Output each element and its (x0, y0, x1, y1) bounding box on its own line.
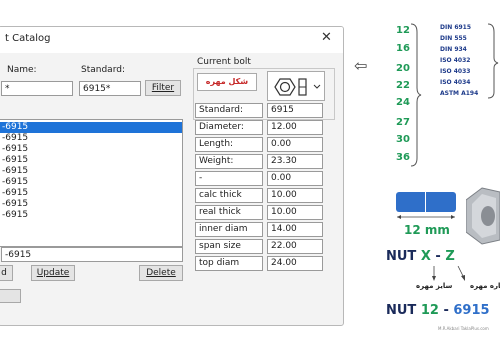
nut-formula: NUT X - Z (386, 249, 455, 264)
property-value[interactable]: 0.00 (267, 137, 323, 152)
filter-button[interactable]: Filter (145, 80, 181, 96)
bolt-list-item[interactable]: -6915 (2, 199, 28, 210)
nut-formula-prefix: NUT (386, 249, 421, 264)
property-label: Standard: (195, 103, 263, 118)
delete-button-label: Delete (146, 268, 176, 278)
size-note: سایز مهره (416, 282, 453, 290)
property-label: - (195, 171, 263, 186)
property-label: calc thick (195, 188, 263, 203)
standard-item: DIN 555 (440, 35, 467, 42)
property-value[interactable]: 10.00 (267, 205, 323, 220)
property-value[interactable]: 0.00 (267, 171, 323, 186)
property-label: real thick (195, 205, 263, 220)
current-bolt-label: Current bolt (197, 57, 251, 67)
nut-formula-x: X (420, 249, 431, 264)
bolt-list-item[interactable]: -6915 (2, 177, 28, 188)
standard-label: Standard: (81, 65, 125, 75)
arrow-left-icon: ⇦ (354, 56, 368, 75)
standard-item: ASTM A194 (440, 90, 479, 97)
property-value[interactable]: 23.30 (267, 154, 323, 169)
dialog-title: t Catalog (5, 33, 51, 44)
nut-example-size: 12 (420, 303, 439, 318)
nut-size-label: 12 mm (404, 223, 450, 237)
standard-item: DIN 934 (440, 46, 467, 53)
nut-formula-z: Z (445, 249, 455, 264)
sizes-brace-icon (410, 23, 422, 167)
standard-item: DIN 6915 (440, 24, 472, 31)
x-pointer-icon (432, 266, 436, 281)
update-button[interactable]: Update (31, 265, 75, 281)
property-label: top diam (195, 256, 263, 271)
nut-photo-icon (466, 187, 500, 245)
property-label: Diameter: (195, 120, 263, 135)
property-value[interactable]: 24.00 (267, 256, 323, 271)
property-value[interactable]: 10.00 (267, 188, 323, 203)
chevron-down-icon (313, 84, 321, 89)
title-bar: t Catalog ✕ (0, 27, 343, 53)
add-button[interactable]: d (0, 265, 13, 281)
property-value[interactable]: 12.00 (267, 120, 323, 135)
number-note: شماره مهره (470, 282, 500, 290)
bolt-list-item[interactable]: -6915 (2, 144, 28, 155)
bolt-shape-tag: شکل مهره (197, 73, 257, 91)
property-label: span size (195, 239, 263, 254)
nut-example-sep: - (438, 303, 454, 318)
name-field[interactable]: * (1, 81, 73, 96)
z-pointer-icon (457, 266, 465, 281)
property-value[interactable]: 6915 (267, 103, 323, 118)
filter-button-label: Filter (151, 83, 175, 93)
add-button-label: d (1, 268, 7, 278)
nut-shape-icon (274, 78, 321, 96)
standards-brace-icon (487, 23, 499, 99)
nut-size-bar (396, 192, 456, 212)
property-label: Length: (195, 137, 263, 152)
standard-field[interactable]: 6915* (79, 81, 141, 96)
nut-example-prefix: NUT (386, 303, 421, 318)
bolt-list-item[interactable]: -6915 (2, 188, 28, 199)
property-value[interactable]: 22.00 (267, 239, 323, 254)
nut-example: NUT 12 - 6915 (386, 303, 490, 318)
nut-example-standard: 6915 (453, 303, 490, 318)
standard-item: ISO 4034 (440, 79, 471, 86)
update-button-label: Update (36, 268, 70, 278)
bolt-list-item[interactable]: -6915 (2, 155, 28, 166)
property-label: inner diam (195, 222, 263, 237)
standard-item: ISO 4032 (440, 57, 471, 64)
dimension-arrow-icon (397, 215, 455, 219)
bolt-shape-select[interactable] (267, 71, 325, 101)
bolt-list-item[interactable]: -6915 (2, 133, 28, 144)
property-value[interactable]: 14.00 (267, 222, 323, 237)
bolt-list[interactable]: -6915 -6915 -6915 -6915 -6915 -6915 -6915 -6915… (0, 119, 183, 247)
bolt-list-item[interactable]: -6915 (2, 210, 28, 221)
bolt-list-item[interactable]: -6915 (2, 166, 28, 177)
nut-formula-sep: - (430, 249, 446, 264)
property-label: Weight: (195, 154, 263, 169)
delete-button[interactable]: Delete (139, 265, 183, 281)
bolt-catalog-dialog: t Catalog ✕ Name: Standard: * 6915* Filt… (0, 26, 344, 326)
standard-item: ISO 4033 (440, 68, 471, 75)
watermark: M.R.Akbari TaklaPlus.com (438, 326, 489, 331)
close-icon[interactable]: ✕ (321, 30, 332, 45)
name-label: Name: (7, 65, 37, 75)
bottom-name-field[interactable]: -6915 (1, 247, 183, 262)
nut-size-divider (425, 188, 426, 216)
ok-button[interactable] (0, 289, 21, 303)
bolt-list-item[interactable]: -6915 (0, 122, 182, 133)
